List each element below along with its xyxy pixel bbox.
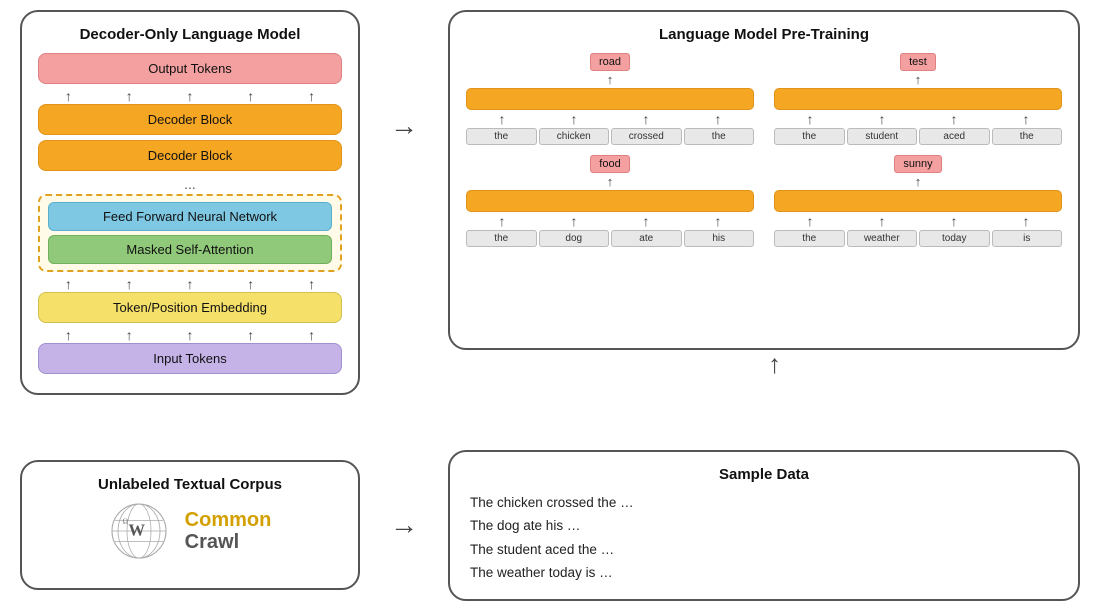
pretraining-columns: road ↑ ↑ ↑ ↑ ↑ the chicken crossed — [466, 53, 1062, 247]
corpus-icons: W Ω Common Crawl — [40, 501, 340, 561]
pt-target-4: sunny — [894, 155, 941, 173]
arrow-up-13: ↑ — [186, 328, 193, 342]
arrow-up-11: ↑ — [65, 328, 72, 342]
output-tokens-layer: Output Tokens — [38, 53, 342, 84]
pt-input-arrows-1: ↑ ↑ ↑ ↑ — [466, 112, 754, 126]
arrow-up-3: ↑ — [186, 89, 193, 103]
pt-input-words-1: the chicken crossed the — [466, 128, 754, 145]
pt-input-arrows-2: ↑ ↑ ↑ ↑ — [466, 214, 754, 228]
pt-target-2: food — [590, 155, 629, 173]
arrow-row-3: ↑ ↑ ↑ ↑ ↑ — [38, 328, 342, 342]
decoder-box: Decoder-Only Language Model Output Token… — [20, 10, 360, 395]
pt-input-words-2: the dog ate his — [466, 230, 754, 247]
arrow-up-2: ↑ — [126, 89, 133, 103]
svg-text:Ω: Ω — [122, 517, 128, 526]
input-tokens-layer: Input Tokens — [38, 343, 342, 374]
arrow-up-8: ↑ — [186, 277, 193, 291]
sample-line-4: The weather today is … — [470, 561, 1058, 585]
pt-decoder-bar-4 — [774, 190, 1062, 212]
arrow-up-5: ↑ — [308, 89, 315, 103]
main-container: Decoder-Only Language Model Output Token… — [0, 0, 1100, 611]
pt-decoder-bar-1 — [466, 88, 754, 110]
arrow-up-1: ↑ — [65, 89, 72, 103]
arrow-row-2: ↑ ↑ ↑ ↑ ↑ — [38, 277, 342, 291]
sample-line-3: The student aced the … — [470, 538, 1058, 562]
sample-data-box: Sample Data The chicken crossed the … Th… — [448, 450, 1080, 602]
wikipedia-globe-icon: W Ω — [109, 501, 169, 561]
pt-example-2: food ↑ ↑ ↑ ↑ ↑ the dog ate — [466, 155, 754, 247]
inner-dashed-box: Feed Forward Neural Network Masked Self-… — [38, 194, 342, 272]
pretraining-box: Language Model Pre-Training road ↑ ↑ ↑ ↑… — [448, 10, 1080, 350]
corpus-title: Unlabeled Textual Corpus — [40, 476, 340, 493]
top-section: Decoder-Only Language Model Output Token… — [20, 10, 1080, 435]
arrow-up-6: ↑ — [65, 277, 72, 291]
arrow-up-15: ↑ — [308, 328, 315, 342]
pt-decoder-bar-3 — [774, 88, 1062, 110]
common-crawl-common-text: Common — [185, 509, 272, 531]
pt-target-3: test — [900, 53, 936, 71]
pt-input-words-4: the weather today is — [774, 230, 1062, 247]
arrow-up-10: ↑ — [308, 277, 315, 291]
pt-input-arrows-3: ↑ ↑ ↑ ↑ — [774, 112, 1062, 126]
msa-layer: Masked Self-Attention — [48, 235, 332, 264]
arrow-up-7: ↑ — [126, 277, 133, 291]
embedding-layer: Token/Position Embedding — [38, 292, 342, 323]
sample-line-2: The dog ate his … — [470, 514, 1058, 538]
pretraining-col-right: test ↑ ↑ ↑ ↑ ↑ the student aced — [774, 53, 1062, 247]
svg-text:W: W — [128, 521, 145, 540]
pt-example-1: road ↑ ↑ ↑ ↑ ↑ the chicken crossed — [466, 53, 754, 145]
bottom-section: Unlabeled Textual Corpus W Ω — [20, 450, 1080, 602]
pt-decoder-bar-2 — [466, 190, 754, 212]
pt-arrow-up-3: ↑ — [915, 73, 922, 86]
pretraining-title: Language Model Pre-Training — [466, 26, 1062, 43]
arrow-row-1: ↑ ↑ ↑ ↑ ↑ — [38, 89, 342, 103]
decoder-to-pretraining-arrow: → — [390, 10, 418, 142]
arrow-up-14: ↑ — [247, 328, 254, 342]
sample-data-title: Sample Data — [470, 466, 1058, 483]
common-crawl-logo: Common Crawl — [185, 509, 272, 553]
pt-input-arrows-4: ↑ ↑ ↑ ↑ — [774, 214, 1062, 228]
pretraining-col-left: road ↑ ↑ ↑ ↑ ↑ the chicken crossed — [466, 53, 754, 247]
decoder-block-1: Decoder Block — [38, 104, 342, 135]
arrow-up-9: ↑ — [247, 277, 254, 291]
decoder-block-2: Decoder Block — [38, 140, 342, 171]
pt-arrow-up-4: ↑ — [915, 175, 922, 188]
arrow-up-4: ↑ — [247, 89, 254, 103]
pt-input-words-3: the student aced the — [774, 128, 1062, 145]
decoder-title: Decoder-Only Language Model — [38, 26, 342, 43]
pt-example-3: test ↑ ↑ ↑ ↑ ↑ the student aced — [774, 53, 1062, 145]
corpus-box: Unlabeled Textual Corpus W Ω — [20, 460, 360, 590]
dots: ... — [38, 176, 342, 192]
sample-line-1: The chicken crossed the … — [470, 491, 1058, 515]
arrow-up-12: ↑ — [126, 328, 133, 342]
sample-to-pretraining-arrow: → — [757, 353, 783, 379]
common-crawl-crawl-text: Crawl — [185, 531, 272, 553]
ffnn-layer: Feed Forward Neural Network — [48, 202, 332, 231]
pt-target-1: road — [590, 53, 630, 71]
sample-data-lines: The chicken crossed the … The dog ate hi… — [470, 491, 1058, 586]
pt-example-4: sunny ↑ ↑ ↑ ↑ ↑ the weather today — [774, 155, 1062, 247]
pt-arrow-up-2: ↑ — [607, 175, 614, 188]
pt-arrow-up-1: ↑ — [607, 73, 614, 86]
corpus-to-sample-arrow: → — [390, 509, 418, 541]
